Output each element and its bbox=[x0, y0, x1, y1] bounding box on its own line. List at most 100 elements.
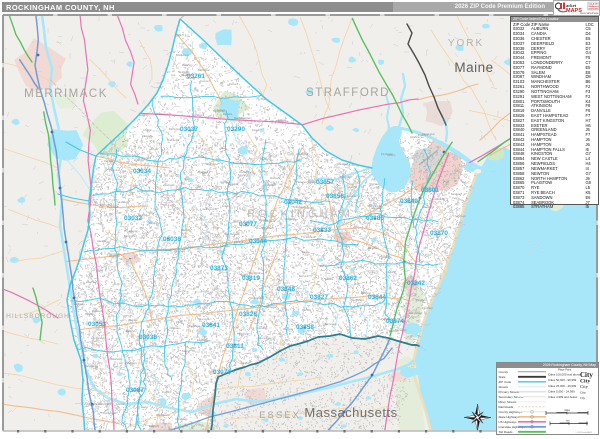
svg-text:www.marketmaps.com: www.marketmaps.com bbox=[580, 12, 599, 15]
svg-text:Chichester: Chichester bbox=[264, 305, 277, 309]
svg-text:Raymond: Raymond bbox=[149, 221, 161, 225]
svg-text:03077: 03077 bbox=[239, 221, 257, 228]
svg-text:Kingston: Kingston bbox=[285, 217, 296, 221]
svg-text:Auburn: Auburn bbox=[74, 302, 83, 306]
svg-text:Salem: Salem bbox=[302, 250, 309, 254]
svg-text:Epsom: Epsom bbox=[278, 118, 286, 122]
svg-text:Derry: Derry bbox=[176, 320, 183, 324]
svg-text:Auburn: Auburn bbox=[217, 108, 226, 112]
svg-text:Durham: Durham bbox=[162, 390, 171, 394]
svg-text:Fremont: Fremont bbox=[222, 204, 232, 208]
svg-text:Cities 100,000 and above: Cities 100,000 and above bbox=[548, 373, 581, 377]
svg-text:Brentwood: Brentwood bbox=[337, 244, 350, 248]
svg-text:City: City bbox=[580, 396, 586, 400]
svg-text:Raymond: Raymond bbox=[206, 207, 218, 211]
svg-text:03034: 03034 bbox=[133, 168, 151, 175]
svg-text:Atkinson: Atkinson bbox=[239, 332, 250, 336]
svg-text:Barrington: Barrington bbox=[234, 240, 247, 244]
svg-text:Deerfield: Deerfield bbox=[416, 298, 427, 302]
svg-text:Madbury: Madbury bbox=[260, 157, 271, 161]
svg-text:Rail Roads: Rail Roads bbox=[499, 405, 514, 409]
svg-text:Pembroke: Pembroke bbox=[381, 152, 393, 156]
svg-text:Raymond: Raymond bbox=[109, 168, 121, 172]
svg-text:Raymond: Raymond bbox=[198, 317, 210, 321]
svg-text:Allenstown: Allenstown bbox=[175, 417, 188, 421]
svg-text:Deerfield: Deerfield bbox=[189, 324, 200, 328]
svg-text:Nottingham: Nottingham bbox=[250, 296, 263, 300]
svg-text:Auburn: Auburn bbox=[139, 113, 148, 117]
svg-text:Lee: Lee bbox=[167, 138, 172, 142]
svg-text:Kingston: Kingston bbox=[396, 319, 407, 323]
svg-text:Greenland: Greenland bbox=[303, 235, 316, 239]
svg-text:Windham: Windham bbox=[262, 226, 273, 230]
svg-text:Danville: Danville bbox=[142, 156, 152, 160]
svg-text:MERRIMACK: MERRIMACK bbox=[24, 88, 108, 100]
svg-text:Barrington: Barrington bbox=[124, 234, 137, 238]
svg-text:Northwood: Northwood bbox=[225, 232, 238, 236]
svg-text:Danville: Danville bbox=[305, 206, 315, 210]
svg-text:Durham: Durham bbox=[370, 182, 379, 186]
svg-text:Madbury: Madbury bbox=[270, 176, 281, 180]
svg-text:Atkinson: Atkinson bbox=[410, 135, 421, 139]
svg-text:Danville: Danville bbox=[169, 340, 179, 344]
svg-text:03827: 03827 bbox=[310, 294, 328, 301]
svg-text:Durham: Durham bbox=[207, 162, 216, 166]
svg-text:Greenland: Greenland bbox=[432, 197, 445, 201]
svg-text:Derry: Derry bbox=[343, 195, 350, 199]
svg-text:Newfields: Newfields bbox=[197, 338, 209, 342]
svg-text:Fremont: Fremont bbox=[200, 79, 210, 83]
svg-text:03044: 03044 bbox=[249, 238, 267, 245]
svg-text:Barrington: Barrington bbox=[85, 364, 98, 368]
svg-text:Plaistow: Plaistow bbox=[296, 180, 306, 184]
svg-text:Barrington: Barrington bbox=[325, 322, 338, 326]
svg-text:03856: 03856 bbox=[326, 193, 344, 200]
svg-text:Windham: Windham bbox=[155, 112, 166, 116]
svg-text:STRAFFORD: STRAFFORD bbox=[306, 87, 390, 99]
svg-text:Toll Roads: Toll Roads bbox=[499, 430, 514, 434]
svg-text:Northwood: Northwood bbox=[351, 298, 364, 302]
svg-text:Newton: Newton bbox=[138, 213, 147, 217]
svg-text:Maine: Maine bbox=[454, 60, 493, 75]
svg-text:Newfields: Newfields bbox=[178, 70, 190, 74]
svg-text:Brentwood: Brentwood bbox=[176, 53, 189, 57]
svg-text:Pembroke: Pembroke bbox=[109, 252, 121, 256]
svg-text:Fremont: Fremont bbox=[233, 161, 243, 165]
svg-text:Lee: Lee bbox=[441, 164, 446, 168]
svg-text:Sandown: Sandown bbox=[455, 214, 466, 218]
svg-text:Chester: Chester bbox=[143, 128, 152, 132]
svg-text:Chester: Chester bbox=[116, 402, 125, 406]
svg-text:Newfields: Newfields bbox=[111, 357, 123, 361]
svg-text:Madbury: Madbury bbox=[127, 361, 138, 365]
svg-text:Newton: Newton bbox=[241, 361, 250, 365]
svg-text:Rye: Rye bbox=[222, 281, 227, 285]
svg-text:03848: 03848 bbox=[277, 286, 295, 293]
svg-text:Cities 4,999 and below: Cities 4,999 and below bbox=[548, 395, 578, 399]
svg-text:03036: 03036 bbox=[163, 236, 181, 243]
svg-text:Rye: Rye bbox=[233, 192, 238, 196]
svg-text:Salem: Salem bbox=[182, 349, 189, 353]
svg-text:80090387: 80090387 bbox=[589, 9, 600, 11]
svg-text:ZIP Code: ZIP Code bbox=[499, 380, 512, 384]
svg-text:Epsom: Epsom bbox=[129, 229, 137, 233]
svg-text:03842: 03842 bbox=[407, 280, 425, 287]
svg-text:Chichester: Chichester bbox=[296, 152, 309, 156]
svg-text:Cities 25,000 - 49,999: Cities 25,000 - 49,999 bbox=[548, 384, 577, 388]
svg-text:03038: 03038 bbox=[139, 334, 157, 341]
svg-text:Barrington: Barrington bbox=[249, 271, 262, 275]
svg-text:Cities 5,000 - 24,999: Cities 5,000 - 24,999 bbox=[548, 389, 575, 393]
svg-text:Hampstead: Hampstead bbox=[368, 204, 382, 208]
svg-text:Atkinson: Atkinson bbox=[128, 318, 139, 322]
svg-text:Stratham: Stratham bbox=[381, 255, 392, 259]
svg-text:Madbury: Madbury bbox=[234, 116, 245, 120]
svg-text:Allenstown: Allenstown bbox=[258, 336, 271, 340]
svg-text:03819: 03819 bbox=[242, 275, 260, 282]
svg-text:Madbury: Madbury bbox=[149, 424, 160, 428]
svg-text:Hampstead: Hampstead bbox=[158, 248, 172, 252]
svg-text:03801: 03801 bbox=[421, 187, 439, 194]
svg-text:03870: 03870 bbox=[430, 230, 448, 237]
svg-text:Hampstead: Hampstead bbox=[87, 402, 101, 406]
svg-text:Atkinson: Atkinson bbox=[347, 185, 358, 189]
svg-text:US Highways: US Highways bbox=[499, 420, 518, 424]
svg-text:Goffstown: Goffstown bbox=[220, 180, 232, 184]
svg-text:Barrington: Barrington bbox=[395, 328, 408, 332]
